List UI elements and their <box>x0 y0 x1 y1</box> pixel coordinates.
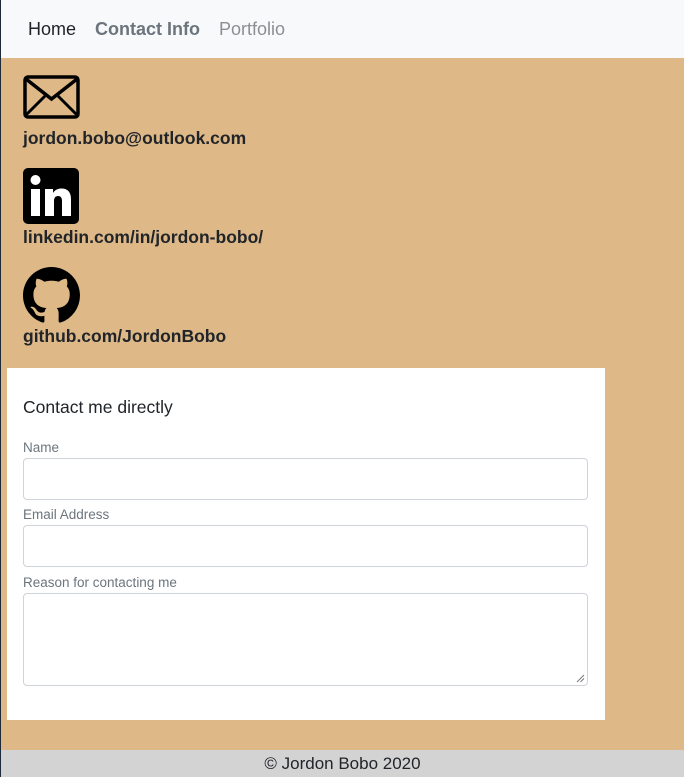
name-input[interactable] <box>23 458 588 500</box>
nav-portfolio-link[interactable]: Portfolio <box>219 19 285 40</box>
navbar: Home Contact Info Portfolio <box>1 0 684 58</box>
reason-textarea[interactable] <box>23 593 588 686</box>
github-url-text[interactable]: github.com/JordonBobo <box>23 326 226 347</box>
email-label: Email Address <box>23 507 110 522</box>
footer: © Jordon Bobo 2020 <box>1 750 684 777</box>
github-contact: github.com/JordonBobo <box>23 267 226 347</box>
envelope-icon[interactable] <box>23 75 80 119</box>
email-input[interactable] <box>23 525 588 567</box>
github-icon[interactable] <box>23 267 80 324</box>
linkedin-contact: linkedin.com/in/jordon-bobo/ <box>23 168 263 248</box>
contact-form: Contact me directly Name Email Address R… <box>7 368 605 720</box>
resize-handle-icon[interactable] <box>576 674 585 683</box>
copyright-text: © Jordon Bobo 2020 <box>264 754 421 773</box>
window-edge <box>0 0 1 777</box>
linkedin-icon[interactable] <box>23 168 79 224</box>
nav-home-link[interactable]: Home <box>28 19 76 40</box>
name-label: Name <box>23 440 60 455</box>
email-address-text[interactable]: jordon.bobo@outlook.com <box>23 128 246 149</box>
nav-contact-link[interactable]: Contact Info <box>95 19 200 40</box>
reason-label: Reason for contacting me <box>23 575 177 590</box>
email-contact: jordon.bobo@outlook.com <box>23 75 246 149</box>
form-title: Contact me directly <box>23 397 173 417</box>
linkedin-url-text[interactable]: linkedin.com/in/jordon-bobo/ <box>23 227 263 248</box>
